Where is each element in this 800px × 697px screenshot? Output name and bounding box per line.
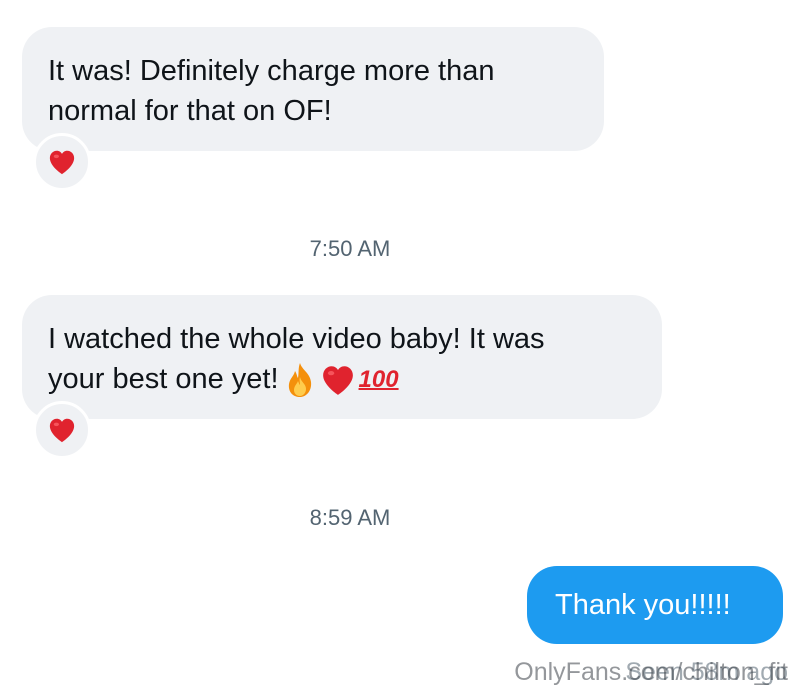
red-heart-icon — [49, 150, 75, 175]
red-heart-icon — [322, 366, 353, 396]
red-heart-icon — [49, 418, 75, 443]
incoming-message-bubble[interactable]: It was! Definitely charge more than norm… — [22, 27, 604, 151]
incoming-message-bubble[interactable]: I watched the whole video baby! It was y… — [22, 295, 662, 419]
heart-reaction[interactable] — [33, 401, 91, 459]
outgoing-message-bubble[interactable]: Thank you!!!!! — [527, 566, 783, 644]
fire-icon — [288, 363, 311, 398]
message-text: It was! Definitely charge more than norm… — [48, 55, 495, 127]
heart-reaction[interactable] — [33, 133, 91, 191]
watermark-text: OnlyFans.com/chilton_fit — [514, 658, 788, 686]
message-thread: It was! Definitely charge more than norm… — [0, 0, 800, 697]
message-timestamp: 8:59 AM — [309, 505, 391, 530]
hundred-points-icon: 100 — [358, 366, 399, 394]
message-timestamp: 7:50 AM — [309, 236, 391, 261]
message-text: Thank you!!!!! — [555, 589, 731, 621]
